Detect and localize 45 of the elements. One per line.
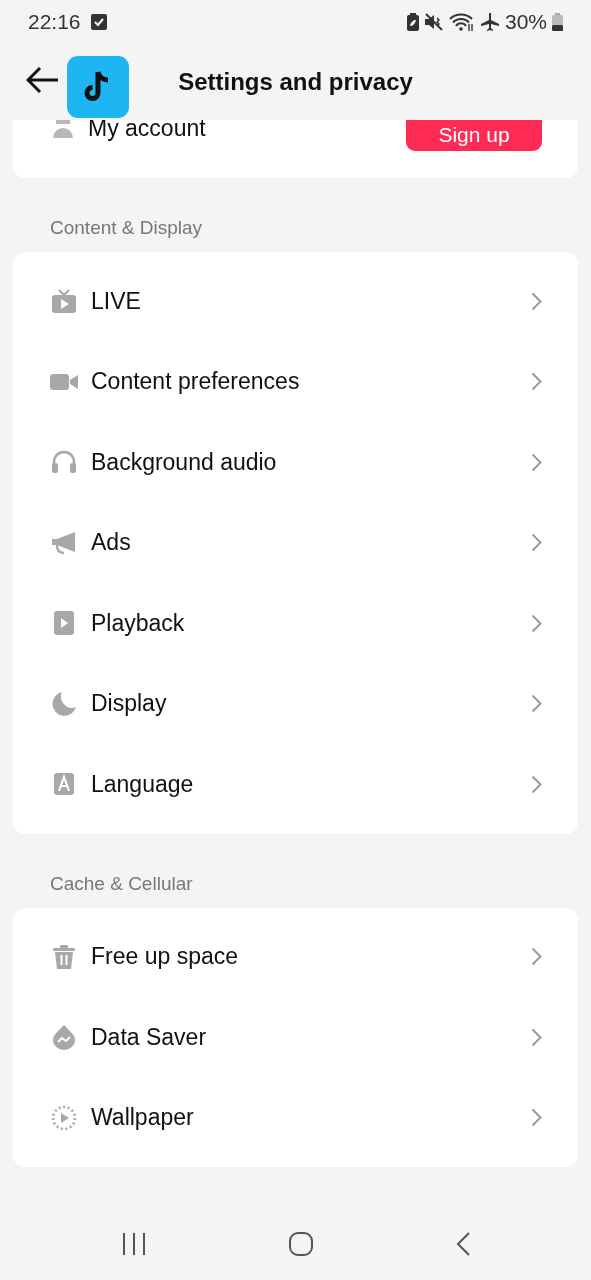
clock: 22:16 — [28, 10, 81, 34]
settings-row[interactable]: Display — [13, 663, 578, 744]
section-header: Content & Display — [49, 216, 204, 240]
chevron-icon — [531, 613, 542, 633]
drop-icon — [52, 1024, 76, 1051]
chevron-icon — [531, 947, 542, 967]
trash-icon — [52, 943, 76, 970]
settings-row[interactable]: Background audio — [13, 422, 578, 503]
megaphone-icon — [51, 530, 77, 555]
play-icon — [53, 610, 75, 637]
settings-row[interactable]: Ads — [13, 502, 578, 583]
section-header: Cache & Cellular — [49, 871, 194, 896]
person-icon — [52, 118, 74, 138]
settings-row[interactable]: Language — [13, 744, 578, 825]
chevron-icon — [531, 694, 542, 714]
checkbox-icon — [90, 14, 107, 30]
letter-icon — [53, 772, 75, 797]
headphones-icon — [51, 450, 77, 475]
wifi-icon — [448, 12, 475, 32]
video-camera-icon — [50, 371, 78, 392]
chevron-icon — [531, 774, 542, 794]
settings-row[interactable]: Content preferences — [13, 341, 578, 422]
sign-up-button[interactable]: Sign up — [406, 120, 542, 151]
settings-row[interactable]: Playback — [13, 583, 578, 664]
chevron-icon — [531, 1027, 542, 1047]
chevron-icon — [531, 533, 542, 553]
battery-saver-icon — [406, 13, 419, 31]
settings-row[interactable]: LIVE — [13, 261, 578, 342]
chevron-icon — [531, 372, 542, 392]
chevron-icon — [531, 291, 542, 311]
settings-row[interactable]: Free up space — [13, 916, 578, 997]
airplane-icon — [479, 12, 500, 32]
battery-percentage: 30% — [504, 10, 547, 34]
muted-speaker-icon — [423, 13, 444, 31]
app-logo-icon — [67, 56, 129, 118]
page-title: Settings and privacy — [178, 68, 413, 96]
battery-icon — [552, 13, 563, 31]
settings-row[interactable]: Data Saver — [13, 997, 578, 1078]
moon-icon — [51, 690, 77, 717]
dotted-play-icon — [51, 1104, 77, 1131]
tv-icon — [51, 288, 77, 315]
chevron-icon — [531, 452, 542, 472]
settings-row[interactable]: Wallpaper — [13, 1077, 578, 1158]
back-button[interactable] — [26, 66, 60, 94]
chevron-icon — [531, 1108, 542, 1128]
